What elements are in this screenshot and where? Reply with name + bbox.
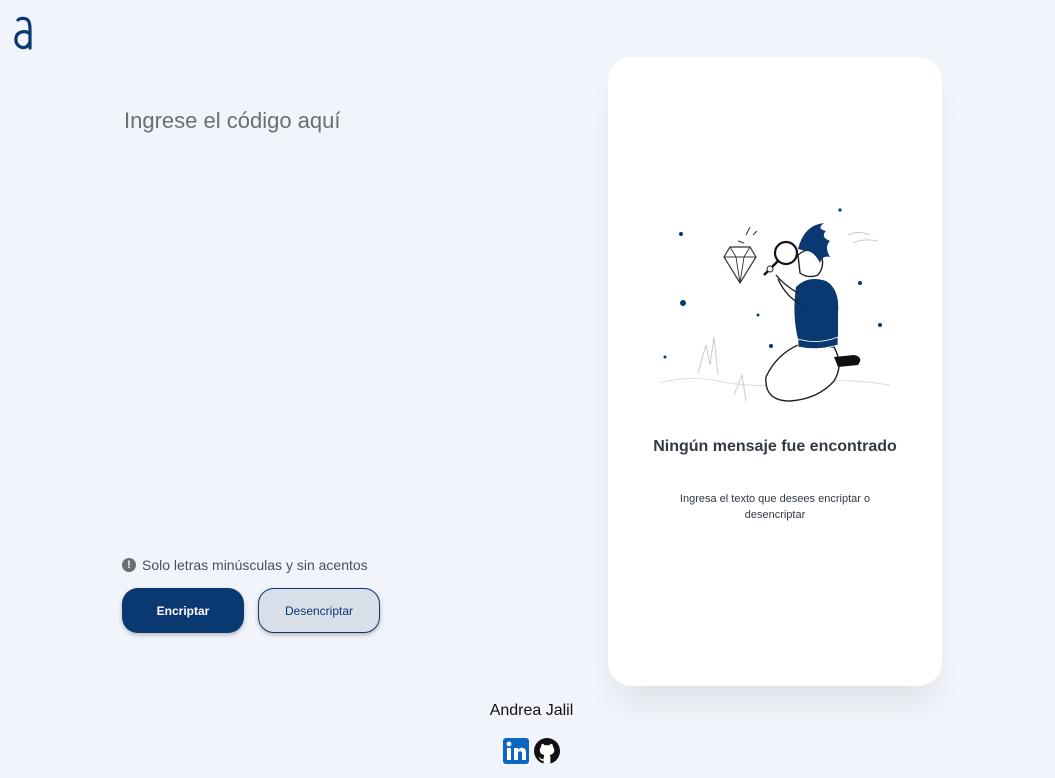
code-input[interactable] bbox=[122, 104, 562, 524]
hint-text: Solo letras minúsculas y sin acentos bbox=[142, 557, 368, 573]
github-icon[interactable] bbox=[534, 738, 560, 764]
author-name: Andrea Jalil bbox=[489, 702, 574, 719]
input-hint: ! Solo letras minúsculas y sin acentos bbox=[122, 557, 368, 573]
encrypt-button[interactable]: Encriptar bbox=[122, 588, 244, 633]
alura-logo-icon[interactable] bbox=[12, 16, 34, 50]
decrypt-button[interactable]: Desencriptar bbox=[258, 588, 380, 633]
social-links bbox=[503, 738, 560, 764]
linkedin-icon[interactable] bbox=[503, 738, 529, 764]
exclamation-circle-icon: ! bbox=[122, 558, 136, 572]
empty-state-title: Ningún mensaje fue encontrado bbox=[653, 438, 897, 455]
result-card: Ningún mensaje fue encontrado Ingresa el… bbox=[608, 57, 942, 686]
empty-state-text: Ingresa el texto que desees encriptar o … bbox=[679, 493, 871, 521]
person-with-magnifier-illustration bbox=[659, 208, 891, 402]
